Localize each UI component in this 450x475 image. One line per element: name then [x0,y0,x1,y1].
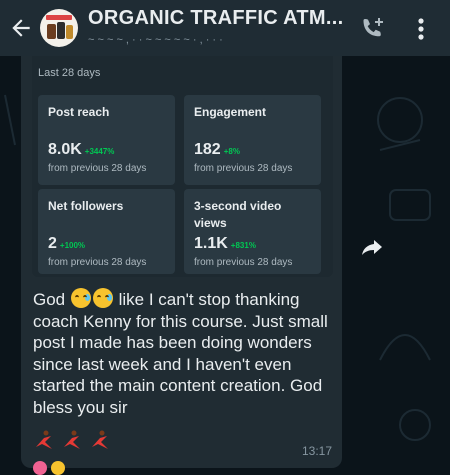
chat-title-area[interactable]: ORGANIC TRAFFIC ATM... ~ ~ ~ ~ , · · ~ ~… [88,0,450,56]
tile-net-followers: Net followers 2 +100% from previous 28 da… [38,189,175,274]
tile-note: from previous 28 days [194,257,293,268]
tile-change: +100% [59,241,86,250]
chat-subtitle: ~ ~ ~ ~ , · · ~ ~ ~ ~ ~ · , · · · [88,34,223,46]
more-options-icon[interactable] [414,15,428,43]
chat-header: ORGANIC TRAFFIC ATM... ~ ~ ~ ~ , · · ~ ~… [0,0,450,56]
crying-face-emoji [70,288,91,308]
message-text: God like I can't stop thanking coach Ken… [33,288,328,417]
tile-post-reach: Post reach 8.0K +3447% from previous 28 d… [38,95,175,185]
crying-face-emoji [92,288,113,308]
tile-engagement: Engagement 182 +8% from previous 28 days [184,95,321,185]
tile-video-views: 3-second video views 1.1K +831% from prev… [184,189,321,274]
tile-value: 2 +100% [48,235,86,252]
tile-name: Net followers [48,199,124,213]
insights-screenshot[interactable]: Last 28 days Post reach 8.0K +3447% from … [32,56,333,277]
forward-icon[interactable] [361,236,383,258]
tile-name: Post reach [48,105,110,119]
group-avatar[interactable] [40,9,78,47]
tile-note: from previous 28 days [48,163,147,174]
tile-note: from previous 28 days [48,257,147,268]
dancer-emoji-icon [64,430,80,449]
tile-value: 8.0K +3447% [48,141,115,158]
tile-change: +831% [230,241,256,250]
tile-name: 3-second video views [194,199,282,230]
back-arrow-icon[interactable] [8,15,34,41]
tile-name: Engagement [194,105,267,119]
tile-value: 182 +8% [194,141,240,158]
chat-title: ORGANIC TRAFFIC ATM... [88,7,344,29]
tile-change: +8% [223,147,240,156]
message-time: 13:17 [301,444,332,458]
dancer-emoji-icon [36,430,52,449]
add-call-icon[interactable] [357,14,387,44]
tile-note: from previous 28 days [194,163,293,174]
dancer-emojis [33,429,111,451]
tile-value: 1.1K +831% [194,235,256,252]
tile-change: +3447% [84,147,115,156]
message-bubble[interactable]: Last 28 days Post reach 8.0K +3447% from … [21,56,342,468]
dancer-emoji-icon [92,430,108,449]
date-range: Last 28 days [38,67,101,79]
